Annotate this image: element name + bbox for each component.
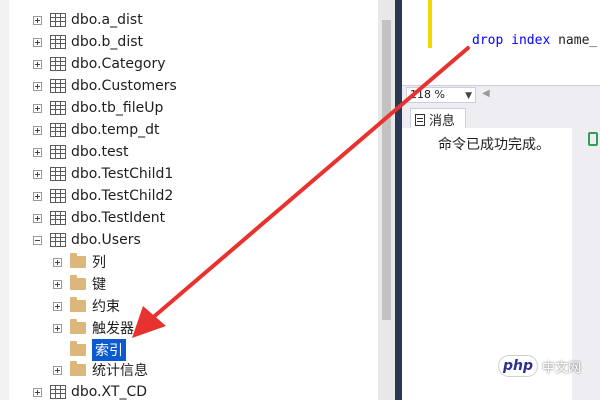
tree-item-label: dbo.Users (71, 232, 141, 248)
code-line: drop index name_ (472, 33, 597, 48)
table-icon (50, 189, 66, 203)
expand-icon[interactable] (53, 279, 62, 289)
change-marker (428, 0, 432, 48)
object-explorer-tree: dbo.a_dist dbo.b_dist dbo.Category dbo.C… (0, 0, 395, 400)
tree-item-label: dbo.TestIdent (71, 210, 166, 226)
tree-gutter (0, 0, 9, 400)
tree-item-label: 触发器 (92, 321, 134, 337)
tree-item-label: dbo.test (71, 144, 129, 160)
table-icon (50, 233, 66, 247)
tree-item-label: dbo.XT_CD (71, 384, 147, 400)
tree-folder-constraints[interactable]: 约束 (53, 296, 120, 316)
tree-item-test[interactable]: dbo.test (33, 142, 128, 162)
expand-icon[interactable] (33, 81, 42, 91)
tree-item-users[interactable]: dbo.Users (33, 230, 141, 250)
code-editor[interactable]: drop index name_ (402, 0, 600, 85)
expand-icon[interactable] (33, 37, 42, 47)
tree-item-testchild1[interactable]: dbo.TestChild1 (33, 164, 173, 184)
tree-item-testident[interactable]: dbo.TestIdent (33, 208, 165, 228)
watermark-text: 中文网 (542, 360, 582, 376)
expand-icon[interactable] (53, 257, 62, 267)
code-identifier: name_ (550, 33, 598, 48)
tree-item-testchild2[interactable]: dbo.TestChild2 (33, 186, 173, 206)
watermark: php 中文网 (498, 355, 581, 377)
code-keyword: drop index (472, 33, 551, 48)
results-tabs: 消息 (402, 103, 600, 131)
table-icon (50, 385, 66, 399)
tree-folder-indexes[interactable]: 索引 (70, 339, 126, 361)
tree-item-label: 统计信息 (92, 363, 148, 379)
expand-icon[interactable] (33, 169, 42, 179)
tree-item-xt-cd[interactable]: dbo.XT_CD (33, 382, 147, 400)
chevron-down-icon[interactable]: ▼ (465, 89, 472, 103)
table-icon (50, 145, 66, 159)
expand-icon[interactable] (53, 323, 62, 333)
expand-icon[interactable] (33, 59, 42, 69)
folder-icon (70, 275, 86, 290)
tree-item-category[interactable]: dbo.Category (33, 54, 166, 74)
watermark-logo: php (498, 355, 538, 377)
tree-item-label: dbo.Category (71, 56, 166, 72)
zoom-bar: 118 % ▼ ◀ (402, 85, 600, 103)
scroll-left-icon[interactable]: ◀ (482, 88, 490, 99)
tree-item-label: 约束 (92, 299, 120, 315)
expand-icon[interactable] (33, 103, 42, 113)
pane-divider[interactable] (395, 0, 402, 400)
expand-icon[interactable] (33, 147, 42, 157)
folder-icon (70, 319, 86, 334)
expand-icon[interactable] (33, 191, 42, 201)
tree-folder-statistics[interactable]: 统计信息 (53, 360, 148, 380)
tree-item-label: dbo.Customers (71, 78, 177, 94)
message-icon (415, 113, 425, 126)
table-icon (50, 35, 66, 49)
result-message: 命令已成功完成。 (438, 137, 550, 153)
table-icon (50, 167, 66, 181)
tree-item-label: dbo.b_dist (71, 34, 143, 50)
query-pane: drop index name_ 118 % ▼ ◀ 消息 命令已成功完成。 (402, 0, 600, 400)
folder-icon (70, 297, 86, 312)
tree-item-tb-fileup[interactable]: dbo.tb_fileUp (33, 98, 163, 118)
table-icon (50, 57, 66, 71)
tree-item-label: 键 (92, 277, 106, 293)
tree-folder-keys[interactable]: 键 (53, 274, 106, 294)
tree-item-b-dist[interactable]: dbo.b_dist (33, 32, 143, 52)
expand-icon[interactable] (33, 213, 42, 223)
table-icon (50, 79, 66, 93)
expand-icon[interactable] (53, 365, 62, 375)
tree-item-customers[interactable]: dbo.Customers (33, 76, 177, 96)
table-icon (50, 211, 66, 225)
collapse-icon[interactable] (33, 235, 42, 245)
tab-messages-label: 消息 (429, 114, 456, 129)
tree-scrollbar-thumb[interactable] (382, 20, 391, 320)
tree-item-label: dbo.TestChild1 (71, 166, 174, 182)
tree-item-label: 列 (92, 255, 106, 271)
tree-folder-columns[interactable]: 列 (53, 252, 106, 272)
tree-item-temp-dt[interactable]: dbo.temp_dt (33, 120, 160, 140)
table-icon (50, 13, 66, 27)
expand-icon[interactable] (33, 125, 42, 135)
tab-messages[interactable]: 消息 (410, 108, 466, 130)
tree-item-label: dbo.temp_dt (71, 122, 160, 138)
expand-icon[interactable] (53, 301, 62, 311)
zoom-value: 118 % (410, 88, 445, 101)
tree-item-label: dbo.tb_fileUp (71, 100, 164, 116)
document-icon (588, 132, 598, 146)
tree-item-label: dbo.a_dist (71, 12, 143, 28)
folder-icon (70, 253, 86, 268)
table-icon (50, 123, 66, 137)
tree-item-label-selected: 索引 (92, 339, 126, 361)
expand-icon[interactable] (33, 387, 42, 397)
folder-icon (70, 341, 86, 356)
tree-item-a-dist[interactable]: dbo.a_dist (33, 10, 143, 30)
expand-icon[interactable] (33, 15, 42, 25)
folder-icon (70, 361, 86, 376)
table-icon (50, 101, 66, 115)
tree-folder-triggers[interactable]: 触发器 (53, 318, 134, 338)
zoom-select[interactable]: 118 % ▼ (406, 87, 476, 103)
tree-item-label: dbo.TestChild2 (71, 188, 174, 204)
